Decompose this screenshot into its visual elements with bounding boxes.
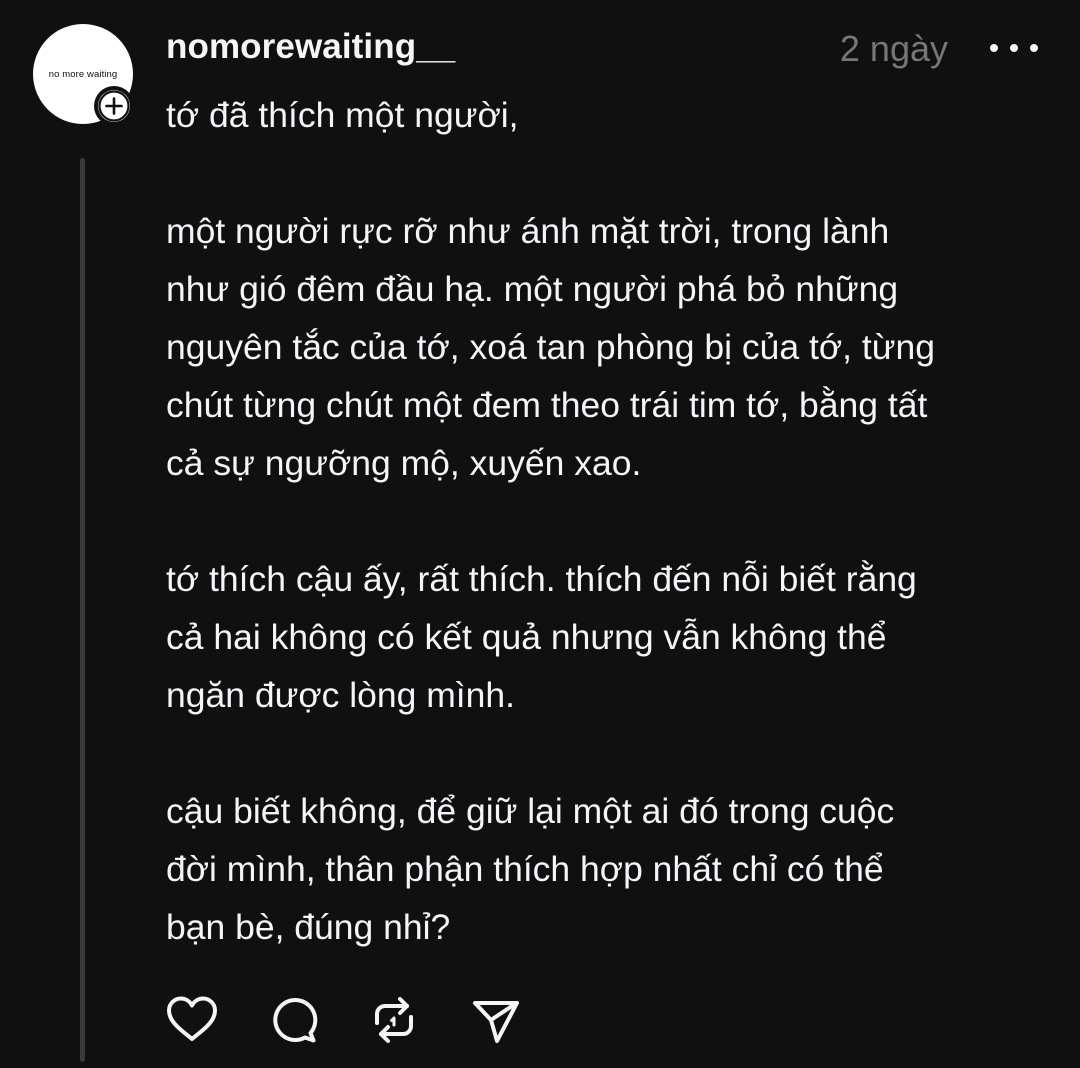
- post-line: như gió đêm đầu hạ. một người phá bỏ nhữ…: [166, 269, 899, 309]
- timestamp: 2 ngày: [839, 28, 948, 69]
- action-bar: [164, 990, 568, 1050]
- post-line: bạn bè, đúng nhỉ?: [166, 907, 451, 947]
- share-button[interactable]: [467, 992, 523, 1048]
- send-icon: [473, 1001, 519, 1043]
- post-line: cậu biết không, để giữ lại một ai đó tro…: [166, 791, 895, 831]
- post-line: đời mình, thân phận thích hợp nhất chỉ c…: [166, 849, 884, 889]
- post-line: nguyên tắc của tớ, xoá tan phòng bị của …: [166, 327, 935, 367]
- avatar-container[interactable]: no more waiting: [33, 24, 134, 126]
- post-line: tớ thích cậu ấy, rất thích. thích đến nỗ…: [166, 559, 917, 599]
- repost-icon: [375, 997, 413, 1043]
- post-line: cả sự ngưỡng mộ, xuyến xao.: [166, 443, 642, 483]
- more-options-icon[interactable]: [990, 38, 1038, 58]
- avatar-text: no more waiting: [48, 68, 118, 80]
- post-line: một người rực rỡ như ánh mặt trời, trong…: [166, 211, 890, 251]
- follow-button[interactable]: [94, 86, 134, 126]
- plus-icon: [98, 90, 130, 122]
- post-line: tớ đã thích một người,: [166, 95, 519, 135]
- repost-button[interactable]: [366, 992, 422, 1048]
- post-line: chút từng chút một đem theo trái tim tớ,…: [166, 385, 928, 425]
- post-line: cả hai không có kết quả nhưng vẫn không …: [166, 617, 887, 657]
- post-text: tớ đã thích một người, một người rực rỡ …: [166, 86, 1066, 956]
- like-button[interactable]: [164, 992, 220, 1048]
- heart-icon: [167, 996, 217, 1041]
- thread-line: [80, 158, 85, 1062]
- post-line: ngăn được lòng mình.: [166, 675, 516, 715]
- username[interactable]: nomorewaiting__: [166, 27, 455, 67]
- reply-button[interactable]: [265, 992, 321, 1048]
- comment-icon: [273, 998, 318, 1043]
